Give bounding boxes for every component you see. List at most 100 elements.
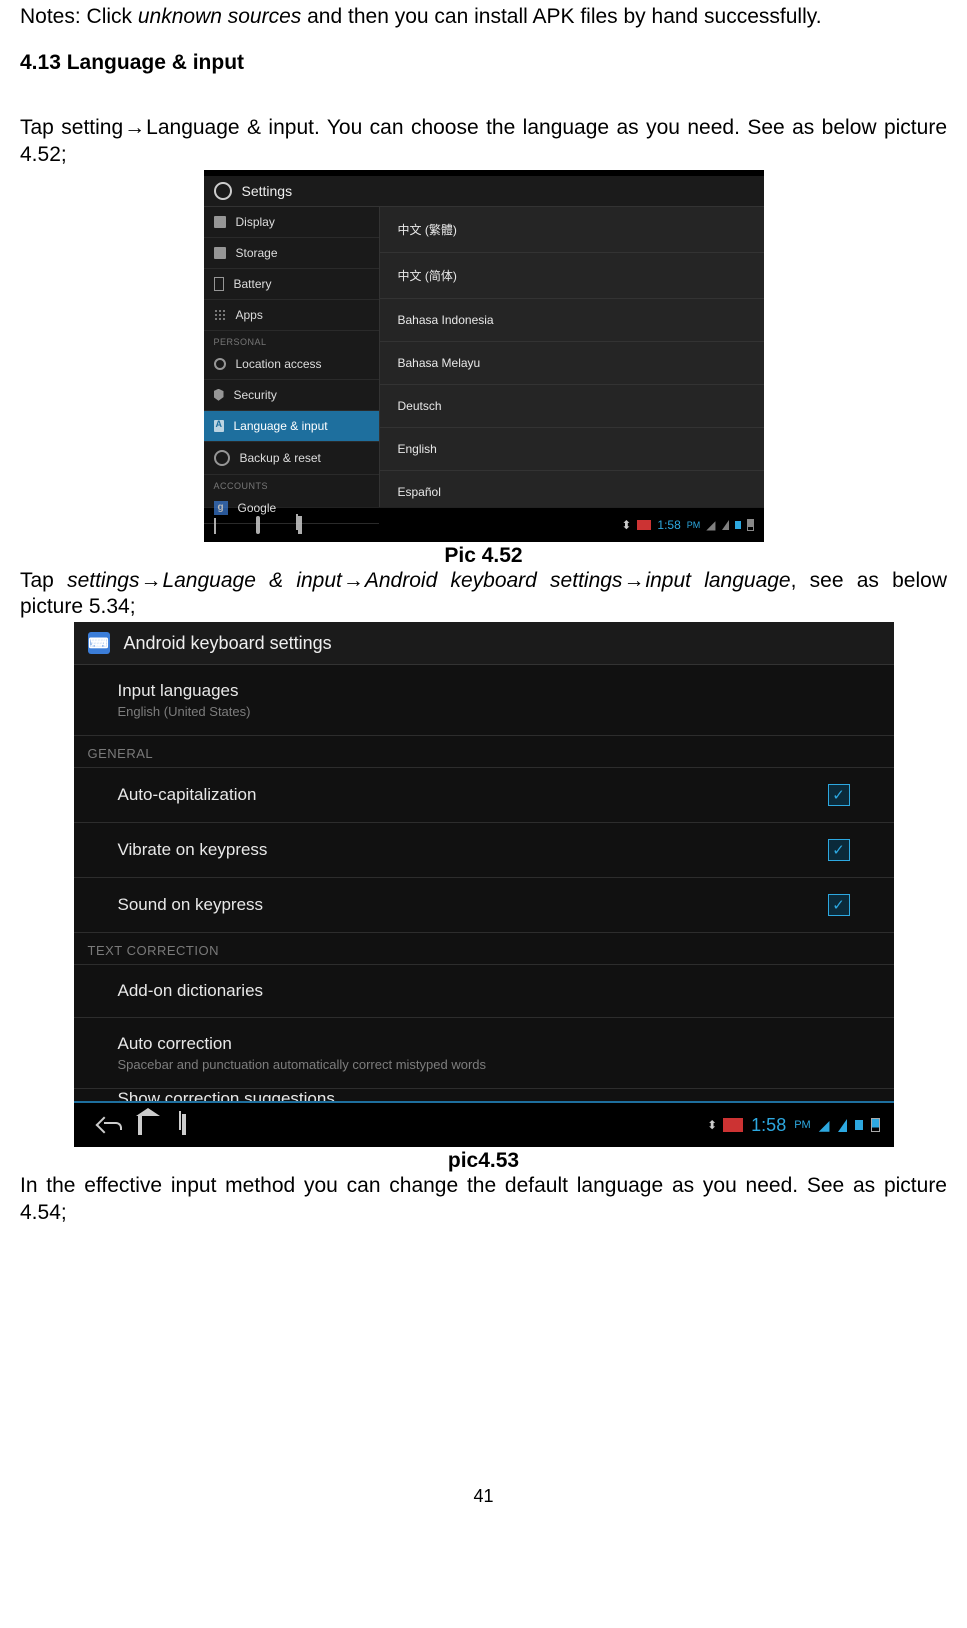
p2b: settings xyxy=(67,569,139,592)
notes-italic: unknown sources xyxy=(138,5,301,28)
language-option[interactable]: English xyxy=(380,428,764,471)
checkbox-checked-icon[interactable]: ✓ xyxy=(828,839,850,861)
row-sublabel: English (United States) xyxy=(118,704,251,719)
arrow-icon: → xyxy=(123,115,146,141)
notes-paragraph: Notes: Click unknown sources and then yo… xyxy=(20,4,947,30)
sidebar-item-battery[interactable]: Battery xyxy=(204,269,379,300)
nav-recent-icon[interactable] xyxy=(298,518,316,532)
nav-home-icon[interactable] xyxy=(138,1116,142,1134)
row-label: Vibrate on keypress xyxy=(118,840,268,860)
google-icon: g xyxy=(214,501,228,515)
app-icon: ⌨ xyxy=(88,632,110,654)
arrow-icon: → xyxy=(622,568,645,594)
row-auto-correction[interactable]: Auto correction Spacebar and punctuation… xyxy=(74,1018,894,1089)
usb-icon: ⬍ xyxy=(707,1118,715,1132)
language-option[interactable]: Español xyxy=(380,471,764,507)
language-option[interactable]: Deutsch xyxy=(380,385,764,428)
row-auto-capitalization[interactable]: Auto-capitalization ✓ xyxy=(74,768,894,823)
row-input-languages[interactable]: Input languages English (United States) xyxy=(74,665,894,736)
sidebar-label: Location access xyxy=(236,357,322,371)
page-number: 41 xyxy=(20,1486,947,1507)
settings-title: Settings xyxy=(242,183,293,199)
row-label-cutoff: Show correction suggestions xyxy=(74,1089,894,1101)
status-area: ⬍ 1:58PM ◢ xyxy=(621,518,753,532)
language-option[interactable]: Bahasa Melayu xyxy=(380,342,764,385)
p2c: Language & input xyxy=(162,569,341,592)
row-label: Sound on keypress xyxy=(118,895,264,915)
battery-icon xyxy=(214,277,224,291)
sidebar-item-apps[interactable]: Apps xyxy=(204,300,379,331)
para-before-shot1: Tap setting→Language & input. You can ch… xyxy=(20,115,947,168)
signal-icon xyxy=(722,520,729,530)
language-list: 中文 (繁體) 中文 (简体) Bahasa Indonesia Bahasa … xyxy=(380,207,764,507)
p2e: input language xyxy=(645,569,790,592)
wifi-icon: ◢ xyxy=(706,518,715,532)
p1b: Language & input. You can choose the lan… xyxy=(20,116,947,165)
screenshot-settings-language: Settings Display Storage Battery Apps PE… xyxy=(204,170,764,542)
sidebar-item-language-input[interactable]: Language & input xyxy=(204,411,379,442)
clock-pm: PM xyxy=(687,520,701,530)
category-general: GENERAL xyxy=(74,736,894,768)
usb-icon: ⬍ xyxy=(621,518,631,532)
display-icon xyxy=(214,216,226,228)
battery-status-icon xyxy=(747,519,754,531)
nav-home-icon[interactable] xyxy=(256,518,274,532)
sidebar-category-personal: PERSONAL xyxy=(204,331,379,349)
section-heading: 4.13 Language & input xyxy=(20,51,947,75)
settings-header: Settings xyxy=(204,176,764,207)
checkbox-checked-icon[interactable]: ✓ xyxy=(828,894,850,916)
sidebar-item-storage[interactable]: Storage xyxy=(204,238,379,269)
row-addon-dictionaries[interactable]: Add-on dictionaries xyxy=(74,965,894,1018)
sidebar-label: Display xyxy=(236,215,275,229)
sidebar-item-location[interactable]: Location access xyxy=(204,349,379,380)
location-icon xyxy=(214,358,226,370)
sidebar-item-backup[interactable]: Backup & reset xyxy=(204,442,379,475)
language-icon xyxy=(214,420,224,432)
keyboard-settings-header: ⌨ Android keyboard settings xyxy=(74,622,894,665)
nav-recent-icon[interactable] xyxy=(182,1116,186,1134)
signal-bar-icon xyxy=(855,1120,863,1130)
row-sound-on-keypress[interactable]: Sound on keypress ✓ xyxy=(74,878,894,933)
checkbox-checked-icon[interactable]: ✓ xyxy=(828,784,850,806)
settings-sidebar: Display Storage Battery Apps PERSONAL Lo… xyxy=(204,207,380,507)
language-option[interactable]: 中文 (繁體) xyxy=(380,207,764,253)
battery-status-icon xyxy=(871,1118,880,1132)
wifi-icon: ◢ xyxy=(819,1117,830,1134)
arrow-icon: → xyxy=(139,568,162,594)
sidebar-label: Language & input xyxy=(234,419,328,433)
row-label: Add-on dictionaries xyxy=(118,981,264,1001)
row-sublabel: Spacebar and punctuation automatically c… xyxy=(118,1057,487,1072)
clock-pm: PM xyxy=(794,1119,811,1131)
sidebar-label: Battery xyxy=(234,277,272,291)
nav-back-icon[interactable] xyxy=(214,518,232,532)
apps-icon xyxy=(214,309,226,321)
row-label: Auto-capitalization xyxy=(118,785,257,805)
sidebar-label: Security xyxy=(234,388,277,402)
para-after-shot2: In the effective input method you can ch… xyxy=(20,1173,947,1226)
notes-suffix: and then you can install APK files by ha… xyxy=(301,5,821,28)
p2a: Tap xyxy=(20,569,67,592)
signal-bar-icon xyxy=(735,521,741,529)
language-option[interactable]: 中文 (简体) xyxy=(380,253,764,299)
row-cutoff: Show correction suggestions xyxy=(74,1089,894,1101)
screenshot-keyboard-settings: ⌨ Android keyboard settings Input langua… xyxy=(74,622,894,1147)
gear-icon xyxy=(214,182,232,200)
clock-time: 1:58 xyxy=(751,1115,786,1136)
sidebar-label: Google xyxy=(238,501,277,515)
p2d: Android keyboard settings xyxy=(365,569,623,592)
notification-icon xyxy=(637,520,651,530)
language-option[interactable]: Bahasa Indonesia xyxy=(380,299,764,342)
sidebar-label: Apps xyxy=(236,308,263,322)
row-vibrate-on-keypress[interactable]: Vibrate on keypress ✓ xyxy=(74,823,894,878)
row-label: Auto correction xyxy=(118,1034,487,1054)
navigation-bar: ⬍ 1:58 PM ◢ xyxy=(74,1101,894,1147)
sidebar-category-accounts: ACCOUNTS xyxy=(204,475,379,493)
sidebar-item-display[interactable]: Display xyxy=(204,207,379,238)
status-area: ⬍ 1:58 PM ◢ xyxy=(707,1115,879,1136)
sidebar-label: Backup & reset xyxy=(240,451,321,465)
sidebar-item-security[interactable]: Security xyxy=(204,380,379,411)
caption-pic453: pic4.53 xyxy=(20,1149,947,1173)
notification-icon xyxy=(723,1118,743,1132)
backup-icon xyxy=(214,450,230,466)
caption-pic452: Pic 4.52 xyxy=(20,544,947,568)
